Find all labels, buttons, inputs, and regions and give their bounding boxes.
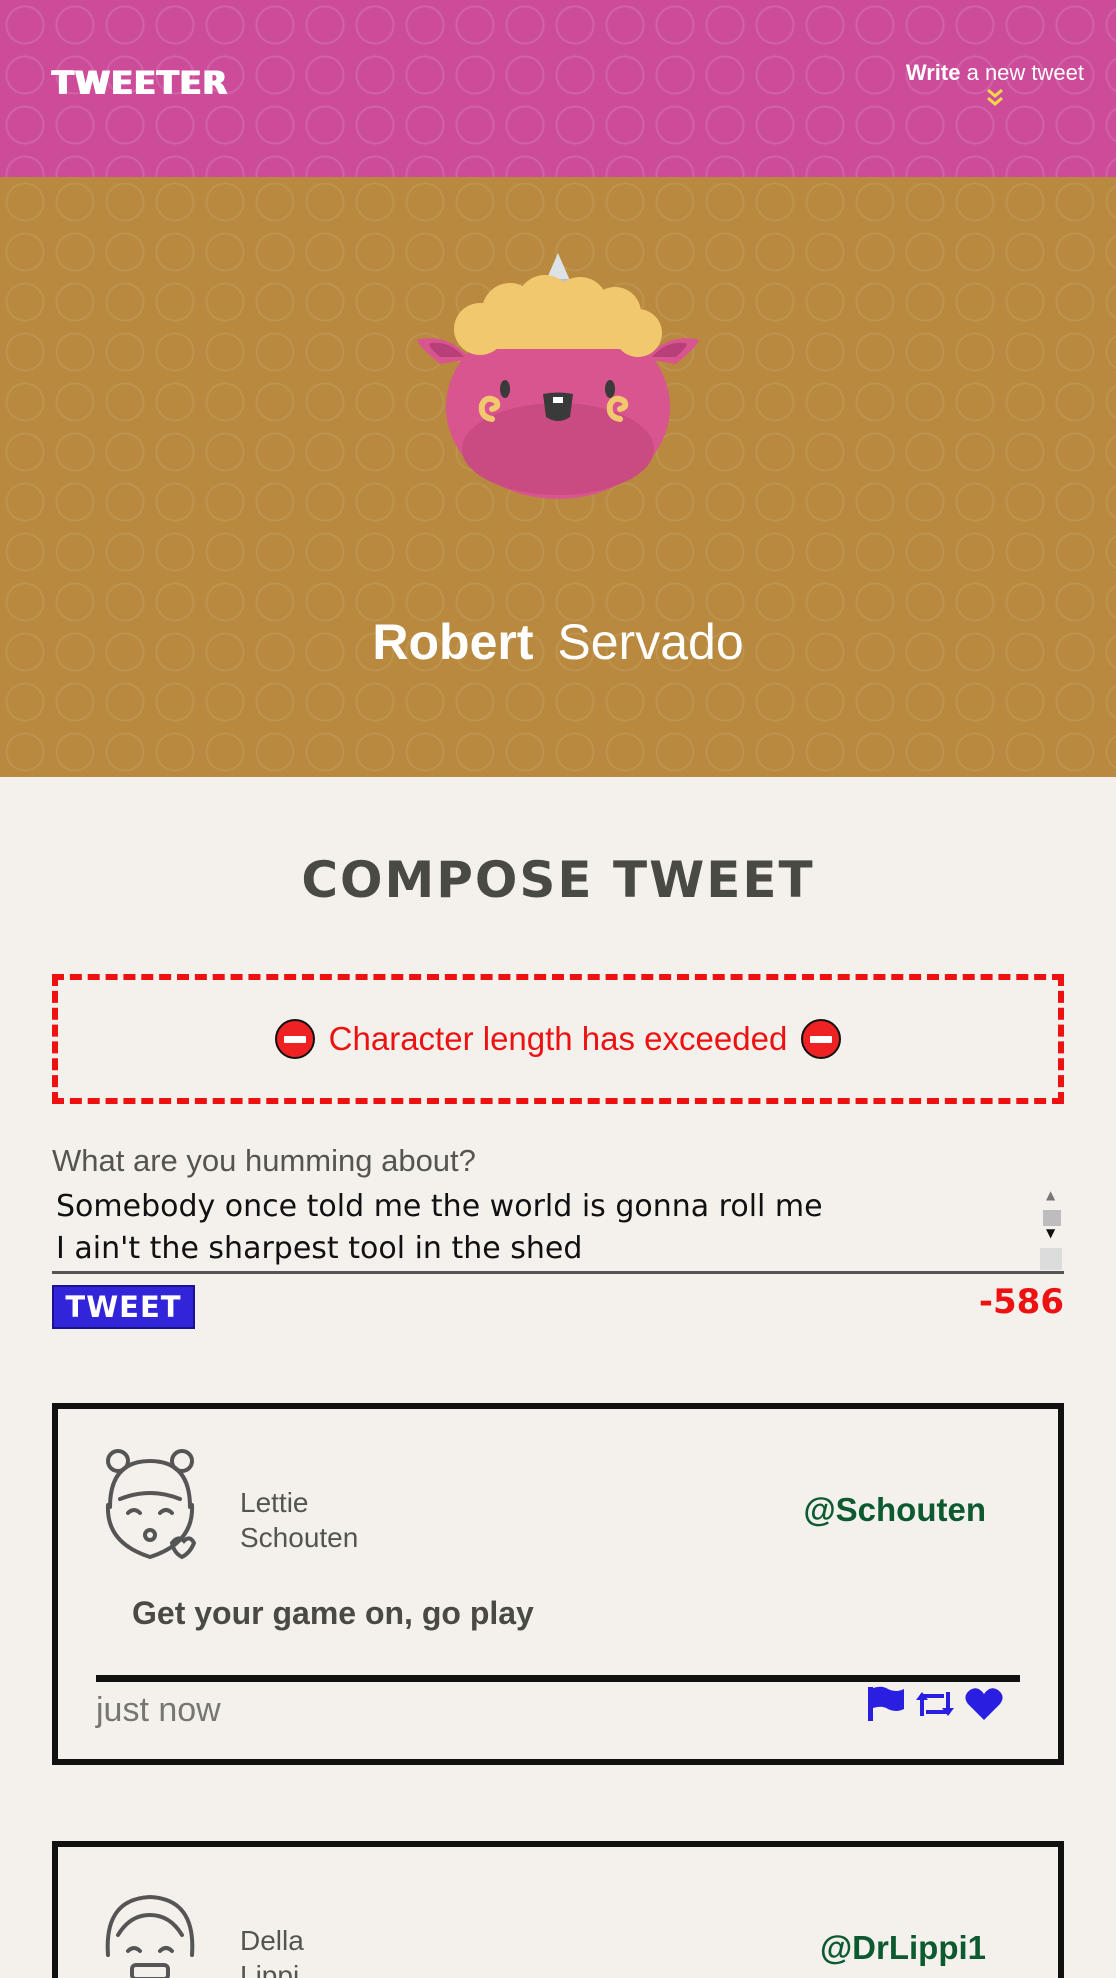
tweet-card: Lettie Schouten @Schouten Get your game … <box>52 1403 1064 1765</box>
scroll-thumb[interactable] <box>1043 1210 1061 1226</box>
user-avatar <box>105 1449 197 1560</box>
compose-label: What are you humming about? <box>52 1143 476 1178</box>
no-entry-icon <box>274 1019 315 1059</box>
tweet-author-name: Della Lippi <box>240 1923 440 1978</box>
tweet-author-first-name: Della <box>240 1925 304 1956</box>
heart-icon[interactable] <box>964 1686 1004 1726</box>
compose-title: COMPOSE TWEET <box>301 851 815 909</box>
profile-last-name: Servado <box>557 614 744 670</box>
tweet-content: Get your game on, go play <box>132 1595 534 1631</box>
write-rest-label: a new tweet <box>966 60 1084 85</box>
error-banner: Character length has exceeded <box>52 974 1064 1104</box>
profile-name: Robert Servado <box>0 613 1116 671</box>
tweet-textarea[interactable]: Somebody once told me the world is gonna… <box>52 1186 1064 1274</box>
user-avatar <box>105 1894 195 1978</box>
tweet-author-name: Lettie Schouten <box>240 1485 440 1555</box>
profile-header: Robert Servado <box>0 177 1116 777</box>
tweet-author-handle[interactable]: @Schouten <box>803 1491 986 1529</box>
chevron-down-icon <box>906 88 1084 109</box>
flag-icon[interactable] <box>866 1685 906 1727</box>
tweet-author-last-name: Schouten <box>240 1522 359 1553</box>
no-entry-icon <box>801 1019 842 1059</box>
profile-avatar <box>417 253 699 499</box>
scroll-down-arrow-icon[interactable]: ▼ <box>1046 1226 1055 1240</box>
write-bold-label: Write <box>905 60 961 85</box>
scroll-up-arrow-icon[interactable]: ▲ <box>1046 1188 1055 1202</box>
resize-grip-icon[interactable] <box>1040 1248 1062 1270</box>
profile-first-name: Robert <box>372 614 534 670</box>
tweet-timestamp: just now <box>96 1691 221 1729</box>
textarea-scrollbar[interactable]: ▲ ▼ <box>1040 1188 1062 1270</box>
brand-logo[interactable]: TWEETER <box>52 64 228 102</box>
tweet-actions <box>866 1685 1004 1727</box>
tweet-author-last-name: Lippi <box>240 1960 300 1978</box>
tweet-author-first-name: Lettie <box>240 1487 309 1518</box>
tweet-card: Della Lippi @DrLippi1 <box>52 1841 1064 1978</box>
retweet-icon[interactable] <box>914 1686 956 1726</box>
tweet-divider <box>96 1675 1020 1682</box>
character-counter: -586 <box>978 1282 1064 1322</box>
tweet-author-handle[interactable]: @DrLippi1 <box>820 1929 986 1967</box>
write-new-tweet-link[interactable]: Write a new tweet <box>906 60 1084 109</box>
tweet-submit-button[interactable]: TWEET <box>52 1285 195 1329</box>
error-message: Character length has exceeded <box>328 1020 788 1057</box>
top-nav: TWEETER Write a new tweet <box>0 0 1116 177</box>
